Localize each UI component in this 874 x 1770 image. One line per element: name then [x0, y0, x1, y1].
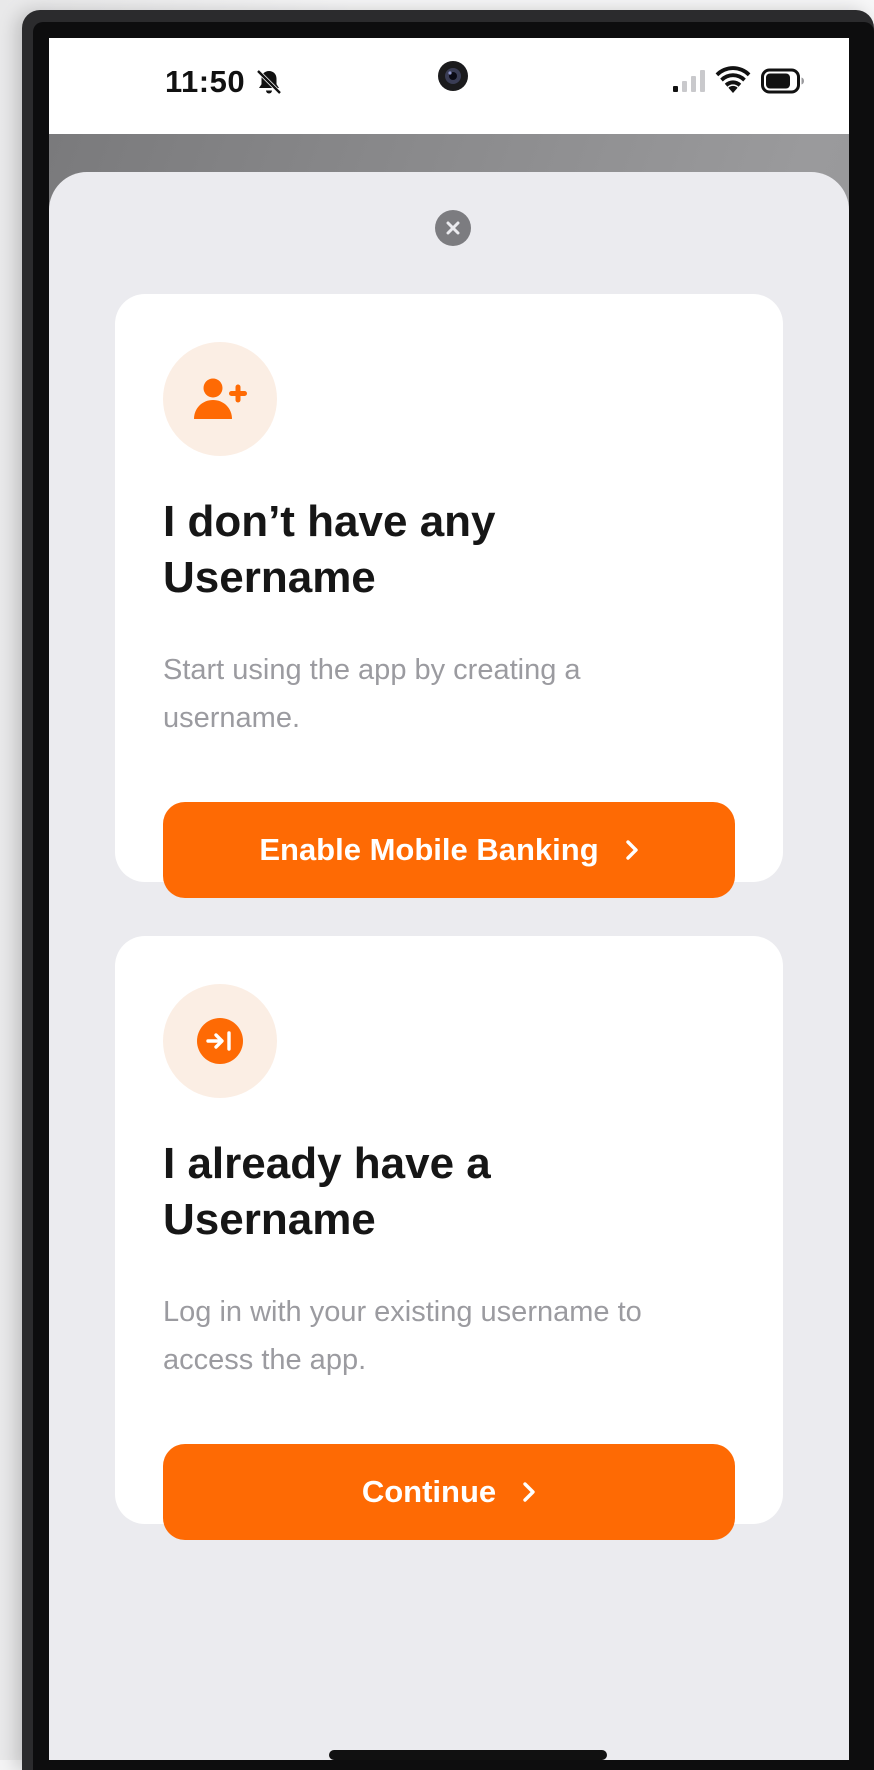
status-bar: 11:50 — [49, 38, 849, 134]
card-title: I already have a Username — [163, 1136, 723, 1248]
button-label: Continue — [361, 1474, 497, 1509]
icon-circle — [163, 342, 277, 456]
create-username-card: I don’t have any Username Start using th… — [115, 294, 783, 898]
chevron-right-icon — [625, 840, 638, 860]
icon-circle — [163, 984, 277, 1098]
bottom-sheet: I don’t have any Username Start using th… — [49, 172, 849, 1760]
card-description: Log in with your existing username to ac… — [163, 1288, 723, 1384]
card-title: I don’t have any Username — [163, 494, 723, 606]
existing-username-card: I already have a Username Log in with yo… — [115, 936, 783, 1540]
card-description-line: Start using the app by creating a — [163, 654, 581, 686]
phone-screen: 11:50 I don’t have any Username Start us… — [49, 38, 849, 1760]
login-arrow-icon — [197, 1018, 243, 1064]
continue-button[interactable]: Continue — [163, 1444, 735, 1540]
close-icon — [446, 221, 460, 235]
card-description-line: access the app. — [163, 1344, 367, 1376]
wifi-icon — [715, 66, 751, 93]
card-title-line: Username — [163, 1195, 376, 1244]
close-button[interactable] — [435, 210, 471, 246]
card-description: Start using the app by creating a userna… — [163, 646, 723, 742]
enable-mobile-banking-button[interactable]: Enable Mobile Banking — [163, 802, 735, 898]
chevron-right-icon — [523, 1482, 535, 1502]
card-description-line: Log in with your existing username to — [163, 1296, 642, 1328]
person-add-icon — [194, 378, 247, 419]
status-time: 11:50 — [165, 64, 246, 99]
bell-muted-icon — [256, 69, 282, 95]
button-label: Enable Mobile Banking — [259, 832, 599, 867]
home-indicator[interactable] — [329, 1750, 607, 1760]
card-description-line: username. — [163, 702, 301, 734]
card-title-line: Username — [163, 553, 376, 602]
card-title-line: I already have a — [163, 1139, 491, 1188]
battery-icon — [761, 68, 804, 94]
signal-icon — [673, 70, 705, 92]
card-title-line: I don’t have any — [163, 497, 496, 546]
camera-icon — [438, 61, 468, 91]
